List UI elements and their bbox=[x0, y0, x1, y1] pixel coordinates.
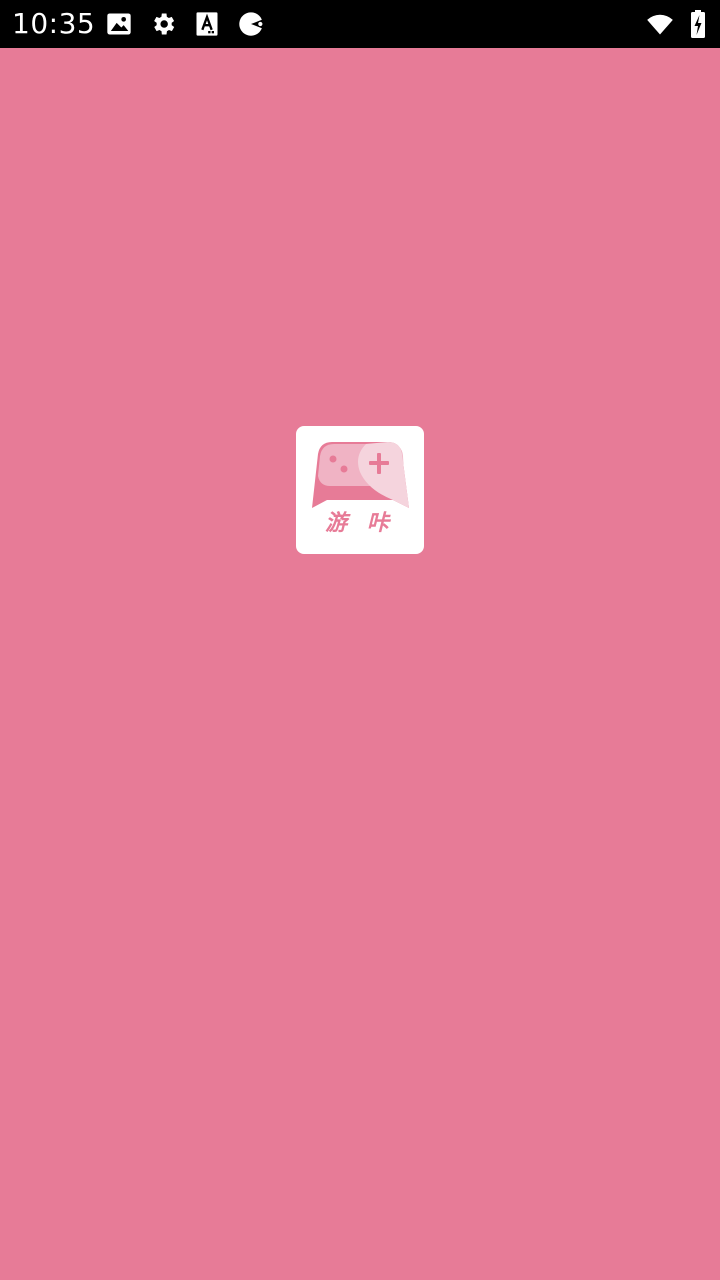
status-time: 10:35 bbox=[12, 7, 96, 40]
app-name-text: 游 咔 bbox=[325, 511, 395, 536]
status-bar: 10:35 bbox=[0, 0, 720, 48]
font-a-icon bbox=[193, 10, 221, 38]
gamepad-logo-icon bbox=[312, 442, 409, 508]
battery-charging-icon bbox=[688, 10, 708, 38]
pacman-icon bbox=[237, 10, 265, 38]
image-icon bbox=[105, 10, 133, 38]
settings-gear-icon bbox=[149, 10, 177, 38]
app-logo: 游 咔 bbox=[296, 426, 424, 554]
splash-screen: 游 咔 bbox=[0, 48, 720, 1280]
wifi-icon bbox=[646, 10, 674, 38]
